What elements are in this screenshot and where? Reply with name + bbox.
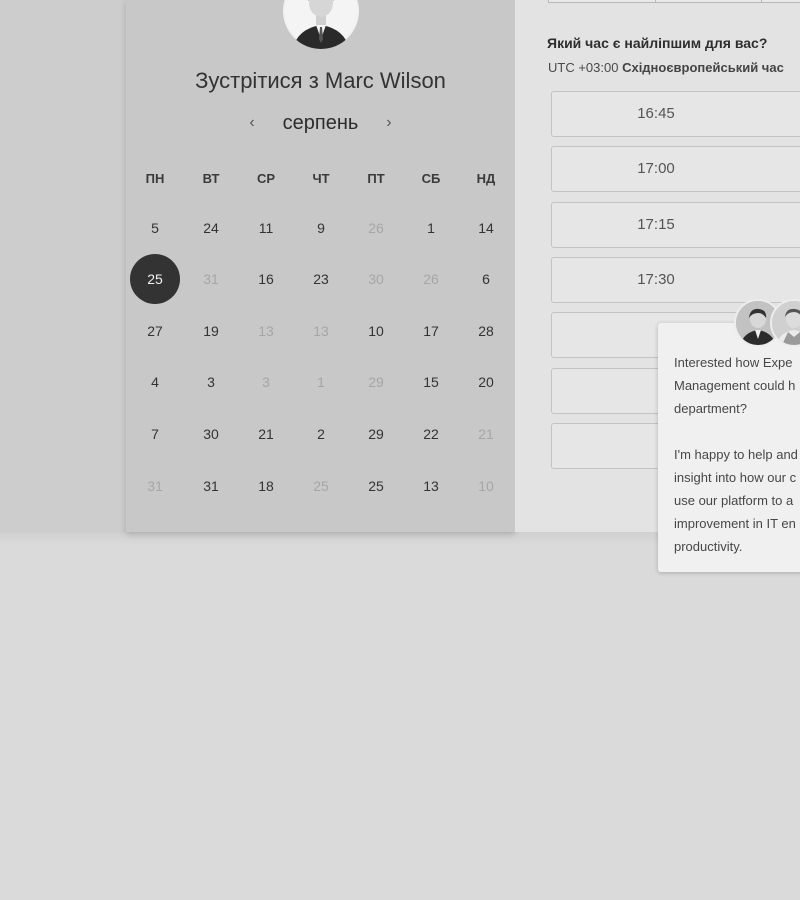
calendar-day[interactable]: 22 — [406, 409, 456, 459]
calendar-day: 30 — [368, 271, 384, 287]
time-slot-button[interactable]: 16:45 — [551, 91, 800, 137]
calendar-day[interactable]: 7 — [130, 409, 180, 459]
weekday-label: ПТ — [367, 171, 385, 186]
weekday-label: ЧТ — [312, 171, 330, 186]
calendar-day[interactable]: 2 — [296, 409, 346, 459]
calendar-day: 13 — [258, 323, 274, 339]
meeting-title: Зустрітися з Marc Wilson — [195, 68, 446, 93]
month-label: серпень — [282, 112, 359, 134]
chat-line: department? — [674, 401, 747, 416]
timezone-name: Східноєвропейський час — [622, 60, 784, 75]
calendar-day[interactable]: 29 — [351, 409, 401, 459]
calendar-day[interactable]: 3 — [186, 357, 236, 407]
calendar-day: 26 — [423, 271, 439, 287]
calendar-day[interactable]: 15 — [406, 357, 456, 407]
chat-paragraph-1: Interested how Expe Management could h dep… — [674, 351, 800, 420]
month-navigation: ‹ серпень › — [126, 112, 515, 135]
calendar-day[interactable]: 6 — [461, 254, 511, 304]
calendar-panel: Зустрітися з Marc Wilson ‹ серпень › ПН В… — [126, 0, 515, 532]
tab-stub[interactable] — [548, 0, 657, 3]
calendar-day[interactable]: 5 — [130, 203, 180, 253]
chat-paragraph-2: I'm happy to help and insight into how ou… — [674, 443, 800, 558]
calendar-day[interactable]: 1 — [406, 203, 456, 253]
chat-popup[interactable]: Interested how Expe Management could h dep… — [658, 323, 800, 572]
weekday-label: СБ — [421, 171, 441, 186]
weekday-label: ВТ — [202, 171, 220, 186]
calendar-day[interactable]: 28 — [461, 306, 511, 356]
calendar-day: 25 — [313, 478, 329, 494]
chat-message: Interested how Expe Management could h dep… — [674, 351, 800, 558]
calendar-day[interactable]: 16 — [241, 254, 291, 304]
calendar-day: 31 — [203, 271, 219, 287]
calendar-day[interactable]: 10 — [351, 306, 401, 356]
calendar-day: 21 — [478, 426, 494, 442]
calendar-day[interactable]: 19 — [186, 306, 236, 356]
chat-line: insight into how our c — [674, 470, 797, 485]
tab-stub[interactable] — [655, 0, 763, 3]
calendar-day: 1 — [317, 374, 325, 390]
chat-line: improvement in IT en — [674, 516, 796, 531]
calendar-day: 31 — [147, 478, 163, 494]
timezone-label[interactable]: UTC +03:00 Східноєвропейський час — [548, 60, 784, 75]
calendar-day[interactable]: 18 — [241, 461, 291, 511]
calendar-day: 3 — [262, 374, 270, 390]
chat-line: use our platform to a — [674, 493, 794, 508]
calendar-day[interactable]: 4 — [130, 357, 180, 407]
host-avatar — [283, 0, 359, 49]
calendar-day[interactable]: 11 — [241, 203, 291, 253]
time-slot-button[interactable]: 17:30 — [551, 256, 800, 303]
calendar-day: 13 — [313, 323, 329, 339]
weekday-label: НД — [476, 171, 496, 186]
time-slot-button[interactable]: 17:00 — [551, 146, 800, 193]
calendar-day[interactable]: 31 — [186, 461, 236, 511]
weekday-label: СР — [256, 171, 276, 186]
calendar-day[interactable]: 25 — [351, 461, 401, 511]
chat-line: productivity. — [674, 539, 743, 554]
calendar-day[interactable]: 24 — [186, 203, 236, 253]
calendar-day[interactable]: 27 — [130, 306, 180, 356]
time-question-heading: Який час є найліпшим для вас? — [547, 35, 768, 51]
tab-stub[interactable] — [761, 0, 800, 3]
calendar-day-selected[interactable]: 25 — [130, 254, 180, 304]
chevron-left-icon[interactable]: ‹ — [237, 114, 267, 132]
calendar-day[interactable]: 17 — [406, 306, 456, 356]
chevron-right-icon[interactable]: › — [374, 114, 404, 132]
calendar-day[interactable]: 13 — [406, 461, 456, 511]
time-slot-button[interactable]: 17:15 — [551, 201, 800, 248]
calendar-day[interactable]: 14 — [461, 203, 511, 253]
calendar-day: 29 — [368, 374, 384, 390]
calendar-day[interactable]: 30 — [186, 409, 236, 459]
calendar-day[interactable]: 23 — [296, 254, 346, 304]
chat-line: I'm happy to help and — [674, 447, 798, 462]
calendar-day[interactable]: 20 — [461, 357, 511, 407]
chat-line: Management could h — [674, 378, 796, 393]
timezone-offset: UTC +03:00 — [548, 60, 619, 75]
calendar-day: 26 — [368, 220, 384, 236]
calendar-day[interactable]: 21 — [241, 409, 291, 459]
calendar-day[interactable]: 9 — [296, 203, 346, 253]
chat-line: Interested how Expe — [674, 355, 793, 370]
calendar-day: 10 — [478, 478, 494, 494]
weekday-label: ПН — [145, 171, 165, 186]
